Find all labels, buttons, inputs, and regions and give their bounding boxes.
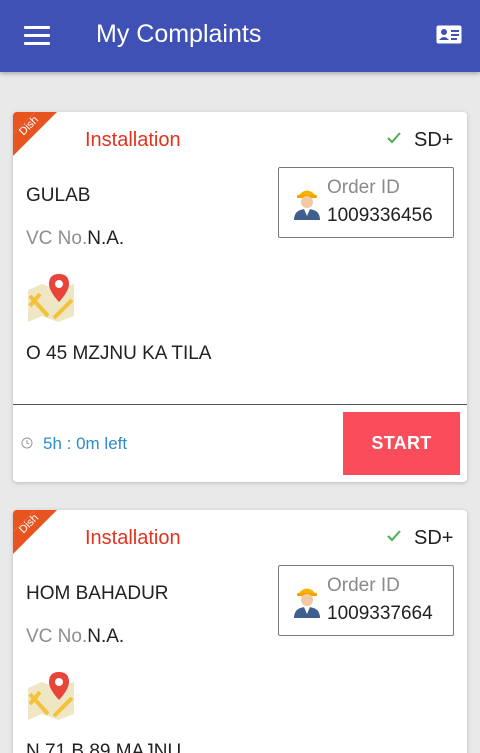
order-id-label: Order ID (327, 177, 400, 198)
time-left: 5h : 0m left (43, 434, 128, 453)
map-location-icon[interactable] (26, 670, 76, 720)
order-id-box: Order ID 1009336456 (278, 167, 454, 238)
vc-value: N.A. (87, 228, 125, 249)
worker-icon (294, 588, 320, 618)
check-icon (387, 132, 401, 144)
order-id-box: Order ID 1009337664 (278, 565, 454, 636)
complaint-card[interactable]: Dish Installation SD+ HOM BAHADUR VC No.… (13, 510, 467, 753)
vc-value: N.A. (87, 626, 125, 647)
start-button[interactable]: START (343, 412, 460, 475)
address: N 71 B 89 MAJNU (26, 741, 182, 753)
plan-label: SD+ (414, 129, 454, 151)
vc-label: VC No. (26, 228, 88, 249)
customer-name: GULAB (26, 185, 91, 206)
hamburger-menu-icon[interactable] (24, 26, 50, 46)
vc-number: VC No.N.A. (26, 626, 124, 648)
check-icon (387, 530, 401, 542)
customer-name: HOM BAHADUR (26, 583, 169, 604)
order-id-value: 1009337664 (327, 603, 433, 624)
worker-icon (294, 190, 320, 220)
plan-label: SD+ (414, 527, 454, 549)
divider (13, 404, 467, 405)
vc-label: VC No. (26, 626, 88, 647)
order-id-label: Order ID (327, 575, 400, 596)
complaint-type: Installation (85, 129, 181, 151)
vc-number: VC No.N.A. (26, 228, 124, 250)
complaint-type: Installation (85, 527, 181, 549)
clock-icon (21, 437, 33, 449)
page-title: My Complaints (96, 20, 262, 48)
id-card-icon[interactable] (436, 25, 462, 44)
complaint-card[interactable]: Dish Installation SD+ GULAB VC No.N.A. O… (13, 112, 467, 482)
address: O 45 MZJNU KA TILA (26, 343, 212, 364)
map-location-icon[interactable] (26, 272, 76, 322)
app-bar: My Complaints (0, 0, 480, 72)
order-id-value: 1009336456 (327, 205, 433, 226)
